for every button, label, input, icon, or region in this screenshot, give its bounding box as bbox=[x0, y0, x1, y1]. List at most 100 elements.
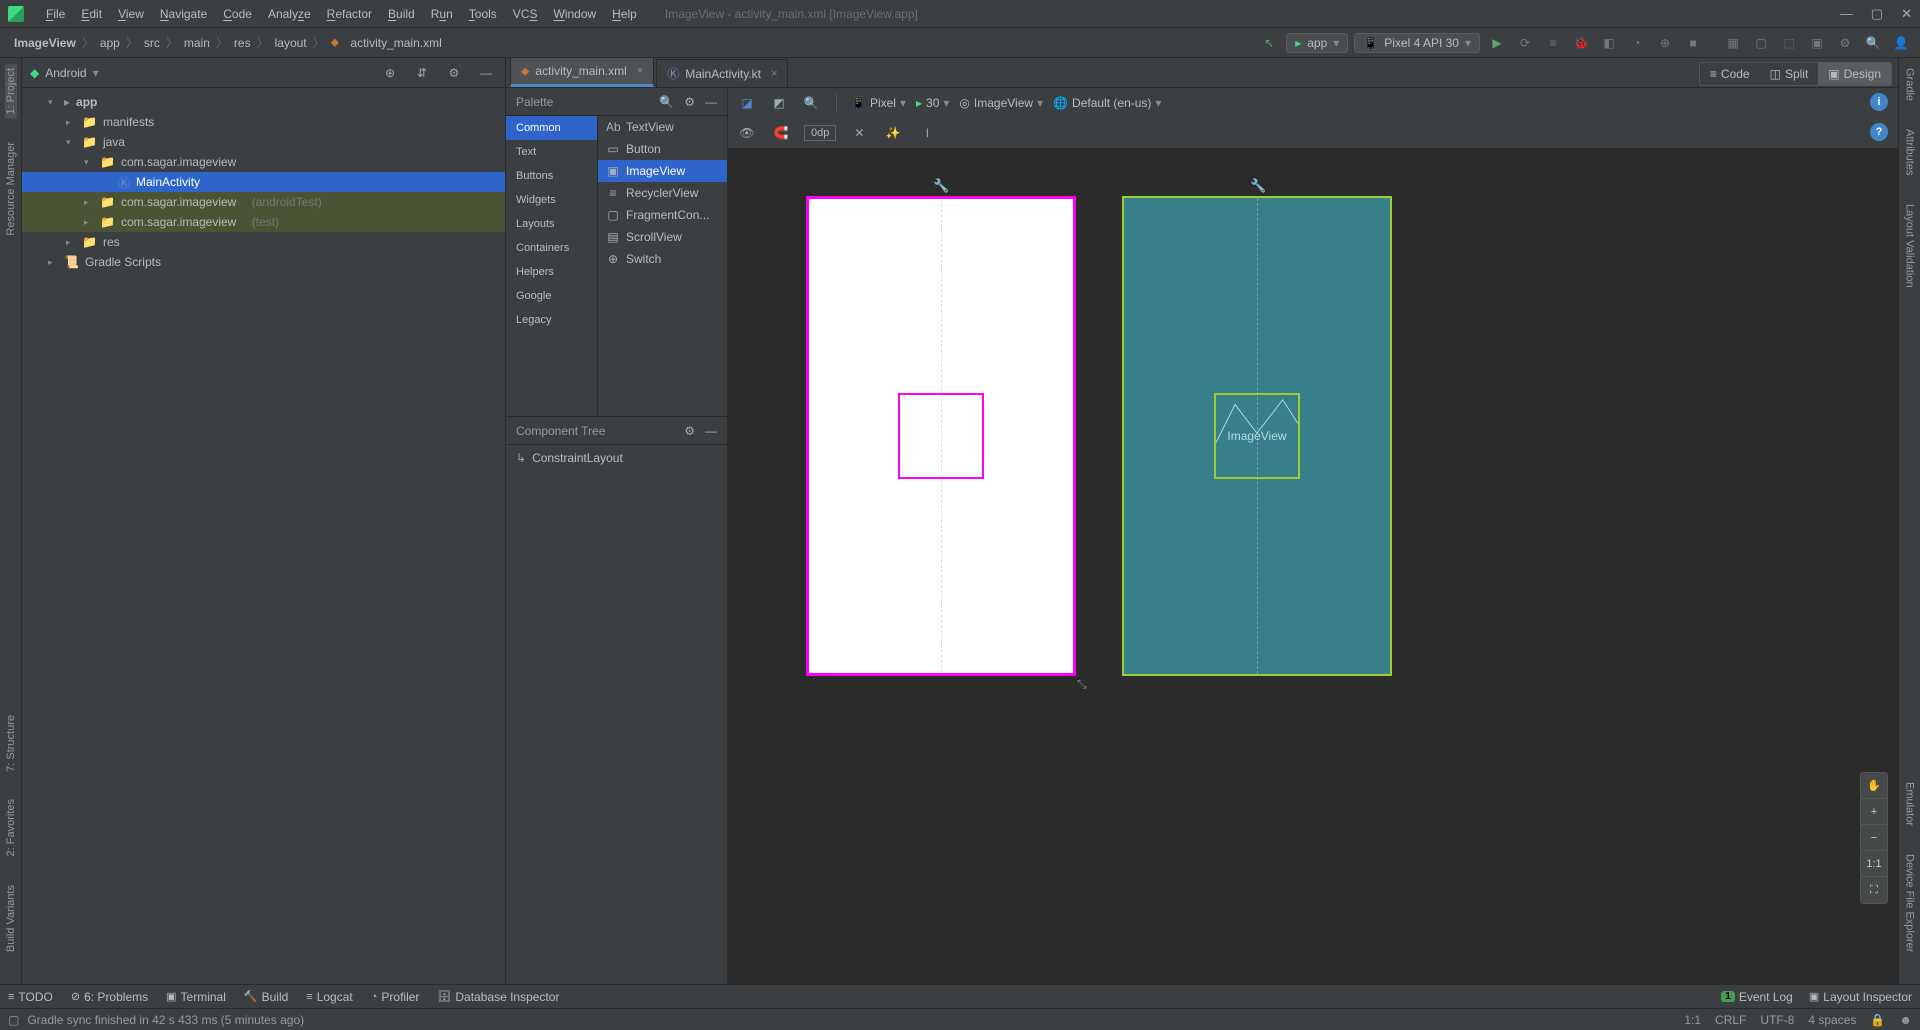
menu-tools[interactable]: Tools bbox=[461, 7, 505, 21]
palette-hide-icon[interactable]: — bbox=[705, 95, 717, 109]
hide-panel-icon[interactable]: — bbox=[475, 62, 497, 84]
zoom-fit-icon[interactable]: ⛶ bbox=[1861, 877, 1887, 903]
palette-cat-buttons[interactable]: Buttons bbox=[506, 164, 597, 188]
palette-item-textview[interactable]: AbTextView bbox=[598, 116, 727, 138]
imageview-blueprint[interactable]: ImageView bbox=[1214, 393, 1300, 479]
autoconnect-icon[interactable]: 🧲 bbox=[770, 122, 792, 144]
crumb-0[interactable]: ImageView bbox=[8, 36, 82, 50]
tab-emulator[interactable]: Emulator bbox=[1904, 778, 1916, 830]
bt-problems[interactable]: ⊘ 6: Problems bbox=[71, 990, 148, 1004]
menu-view[interactable]: View bbox=[110, 7, 152, 21]
palette-cat-containers[interactable]: Containers bbox=[506, 236, 597, 260]
zoom-1to1-icon[interactable]: 1:1 bbox=[1861, 851, 1887, 877]
bt-todo[interactable]: ≡ TODO bbox=[8, 990, 53, 1004]
tab-resource-manager[interactable]: Resource Manager bbox=[5, 138, 17, 240]
menu-refactor[interactable]: Refactor bbox=[319, 7, 380, 21]
tree-gradle-scripts[interactable]: ▸📜Gradle Scripts bbox=[22, 252, 505, 272]
tree-app[interactable]: ▾▸app bbox=[22, 92, 505, 112]
warnings-info-icon[interactable]: ? bbox=[1870, 123, 1888, 141]
device-dropdown[interactable]: 📱 Pixel ▾ bbox=[851, 96, 906, 110]
menu-build[interactable]: Build bbox=[380, 7, 423, 21]
infer-constraints-icon[interactable]: ✨ bbox=[882, 122, 904, 144]
bt-build[interactable]: 🔨 Build bbox=[244, 990, 288, 1004]
tree-pkg-test[interactable]: ▸📁com.sagar.imageview (test) bbox=[22, 212, 505, 232]
palette-cat-legacy[interactable]: Legacy bbox=[506, 308, 597, 332]
device-selector[interactable]: 📱Pixel 4 API 30▾ bbox=[1354, 33, 1480, 53]
locale-dropdown[interactable]: 🌐 Default (en-us) ▾ bbox=[1053, 96, 1161, 110]
component-tree-settings-icon[interactable]: ⚙ bbox=[684, 424, 695, 438]
palette-item-button[interactable]: ▭Button bbox=[598, 138, 727, 160]
default-margin-input[interactable]: 0dp bbox=[804, 125, 836, 141]
blueprint-preview[interactable]: ImageView bbox=[1122, 196, 1392, 676]
bt-layout-inspector[interactable]: ▣ Layout Inspector bbox=[1809, 990, 1912, 1004]
zoom-out-icon[interactable]: − bbox=[1861, 825, 1887, 851]
palette-cat-common[interactable]: Common bbox=[506, 116, 597, 140]
guidelines-icon[interactable]: I bbox=[916, 122, 938, 144]
component-tree-root[interactable]: ↳ConstraintLayout bbox=[516, 451, 717, 465]
menu-analyze[interactable]: Analyze bbox=[260, 7, 319, 21]
project-tree[interactable]: ▾▸app ▸📁manifests ▾📁java ▾📁com.sagar.ima… bbox=[22, 88, 505, 984]
palette-search-icon[interactable]: 🔍 bbox=[659, 95, 674, 109]
blueprint-tools-icon[interactable]: 🔧 bbox=[1250, 178, 1266, 194]
view-options-icon[interactable]: 👁 bbox=[736, 122, 758, 144]
bt-db-inspector[interactable]: 🗄 Database Inspector bbox=[437, 990, 559, 1004]
status-lock-icon[interactable]: 🔒 bbox=[1870, 1013, 1885, 1027]
tab-structure[interactable]: 7: Structure bbox=[5, 711, 17, 776]
search-everywhere-icon[interactable]: 🔍 bbox=[1862, 32, 1884, 54]
stop-icon[interactable]: ■ bbox=[1682, 32, 1704, 54]
status-user-icon[interactable]: ☻ bbox=[1899, 1013, 1912, 1027]
tab-close-icon[interactable]: × bbox=[637, 65, 643, 77]
project-structure-icon[interactable]: ⚙ bbox=[1834, 32, 1856, 54]
palette-item-scrollview[interactable]: ▤ScrollView bbox=[598, 226, 727, 248]
api-dropdown[interactable]: ▸ 30 ▾ bbox=[916, 96, 949, 110]
attributes-info-icon[interactable]: i bbox=[1870, 93, 1888, 111]
maximize-icon[interactable]: ▢ bbox=[1871, 6, 1883, 22]
run-config-selector[interactable]: ▸app▾ bbox=[1286, 33, 1348, 53]
tree-manifests[interactable]: ▸📁manifests bbox=[22, 112, 505, 132]
tab-activity-main-xml[interactable]: ⬥activity_main.xml× bbox=[510, 57, 654, 87]
palette-item-fragmentcontainer[interactable]: ▢FragmentCon... bbox=[598, 204, 727, 226]
tab-build-variants[interactable]: Build Variants bbox=[5, 881, 17, 956]
select-opened-file-icon[interactable]: ⊕ bbox=[379, 62, 401, 84]
palette-item-imageview[interactable]: ▣ImageView bbox=[598, 160, 727, 182]
tab-gradle[interactable]: Gradle bbox=[1904, 64, 1916, 105]
crumb-6[interactable]: ⬥ activity_main.xml bbox=[325, 35, 448, 50]
tree-pkg-androidtest[interactable]: ▸📁com.sagar.imageview (androidTest) bbox=[22, 192, 505, 212]
canvas[interactable]: 🔧 🔧 ⤡ ImageView bbox=[728, 148, 1898, 984]
palette-item-recyclerview[interactable]: ≡RecyclerView bbox=[598, 182, 727, 204]
coverage-icon[interactable]: ◧ bbox=[1598, 32, 1620, 54]
tree-res[interactable]: ▸📁res bbox=[22, 232, 505, 252]
status-lineend[interactable]: CRLF bbox=[1715, 1013, 1746, 1027]
component-tree-hide-icon[interactable]: — bbox=[705, 424, 717, 438]
tab-layout-validation[interactable]: Layout Validation bbox=[1904, 200, 1916, 292]
clear-constraints-icon[interactable]: ✕ bbox=[848, 122, 870, 144]
design-tools-icon[interactable]: 🔧 bbox=[933, 178, 949, 194]
palette-cat-helpers[interactable]: Helpers bbox=[506, 260, 597, 284]
tree-main-activity[interactable]: ⓀMainActivity bbox=[22, 172, 505, 192]
attach-debugger-icon[interactable]: ⊕ bbox=[1654, 32, 1676, 54]
collapse-all-icon[interactable]: ⇵ bbox=[411, 62, 433, 84]
status-position[interactable]: 1:1 bbox=[1684, 1013, 1701, 1027]
tab-close-icon[interactable]: × bbox=[771, 68, 777, 80]
profiler-run-icon[interactable]: ◔ bbox=[1626, 32, 1648, 54]
palette-cat-layouts[interactable]: Layouts bbox=[506, 212, 597, 236]
menu-file[interactable]: File bbox=[38, 7, 73, 21]
theme-dropdown[interactable]: ◎ ImageView ▾ bbox=[959, 96, 1043, 110]
palette-cat-google[interactable]: Google bbox=[506, 284, 597, 308]
design-view-icon[interactable]: ◪ bbox=[736, 92, 758, 114]
menu-navigate[interactable]: Navigate bbox=[152, 7, 215, 21]
layout-inspector-icon[interactable]: ▣ bbox=[1806, 32, 1828, 54]
menu-help[interactable]: Help bbox=[604, 7, 645, 21]
status-indent[interactable]: 4 spaces bbox=[1808, 1013, 1856, 1027]
run-icon[interactable]: ▶ bbox=[1486, 32, 1508, 54]
menu-vcs[interactable]: VCS bbox=[505, 7, 546, 21]
tab-main-activity-kt[interactable]: ⓀMainActivity.kt× bbox=[656, 59, 788, 87]
sync-icon[interactable]: ↖ bbox=[1258, 32, 1280, 54]
pan-icon[interactable]: ✋ bbox=[1861, 773, 1887, 799]
menu-run[interactable]: Run bbox=[423, 7, 461, 21]
user-icon[interactable]: 👤 bbox=[1890, 32, 1912, 54]
bt-terminal[interactable]: ▣ Terminal bbox=[166, 990, 226, 1004]
apply-code-icon[interactable]: ≡ bbox=[1542, 32, 1564, 54]
view-split[interactable]: ◫ Split bbox=[1760, 63, 1819, 85]
orientation-icon[interactable]: 🔍 bbox=[800, 92, 822, 114]
